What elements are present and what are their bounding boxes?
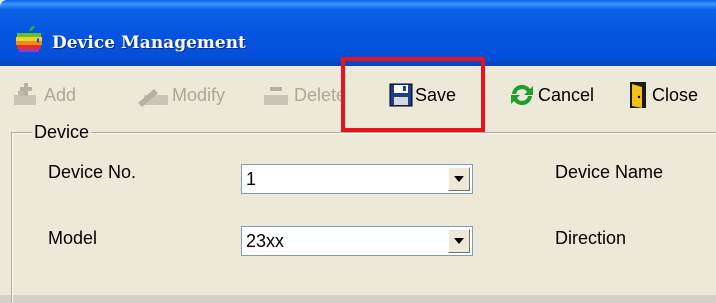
device-group-legend: Device — [32, 122, 92, 143]
cancel-button[interactable]: Cancel — [508, 80, 594, 110]
add-button[interactable]: Add — [12, 80, 76, 110]
close-label: Close — [652, 84, 699, 105]
model-combobox[interactable]: 23xx — [241, 226, 473, 256]
device-no-dropdown-button[interactable] — [448, 167, 470, 191]
device-name-label: Device Name — [555, 162, 664, 182]
device-no-combobox[interactable]: 1 — [241, 164, 473, 194]
modify-button[interactable]: Modify — [136, 80, 225, 110]
delete-label: Delete — [294, 84, 347, 105]
window-title: Device Management — [52, 33, 246, 53]
delete-icon — [264, 87, 288, 105]
model-value: 23xx — [246, 231, 285, 251]
add-label: Add — [44, 84, 77, 105]
close-button[interactable]: Close — [626, 80, 698, 110]
direction-label: Direction — [555, 228, 627, 248]
refresh-icon — [511, 84, 533, 106]
modify-icon — [138, 89, 168, 107]
chevron-down-icon — [454, 238, 464, 244]
model-label: Model — [48, 228, 98, 248]
device-management-window: Device Management Add Modify Delete Save… — [0, 0, 716, 303]
add-icon — [14, 83, 36, 105]
save-highlight-box — [341, 57, 485, 132]
apple-logo-icon — [16, 26, 42, 52]
exit-door-icon — [630, 82, 646, 108]
modify-label: Modify — [172, 84, 226, 105]
delete-button[interactable]: Delete — [262, 80, 346, 110]
model-dropdown-button[interactable] — [448, 229, 470, 253]
chevron-down-icon — [454, 176, 464, 182]
device-no-value: 1 — [246, 169, 257, 189]
device-groupbox — [11, 132, 716, 303]
device-no-label: Device No. — [48, 162, 137, 182]
cancel-label: Cancel — [538, 84, 595, 105]
